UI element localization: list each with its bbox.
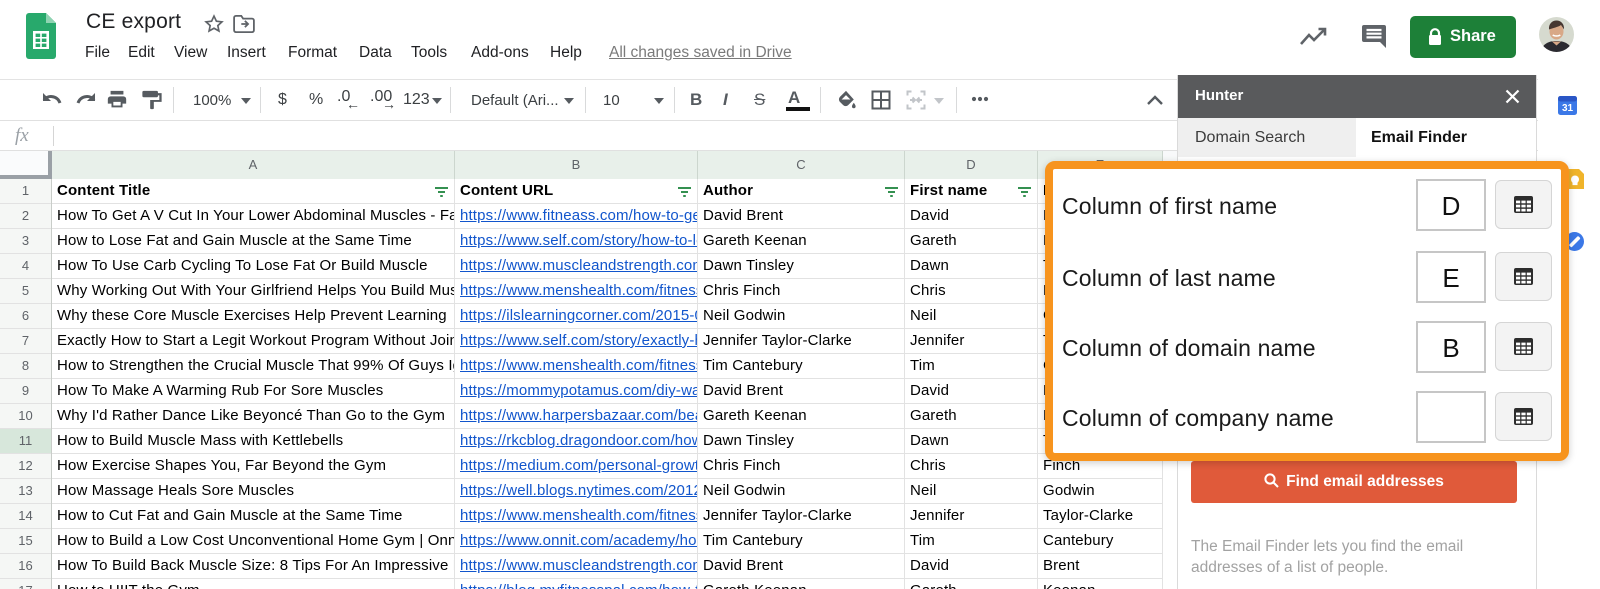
svg-text:31: 31 xyxy=(1562,103,1574,114)
